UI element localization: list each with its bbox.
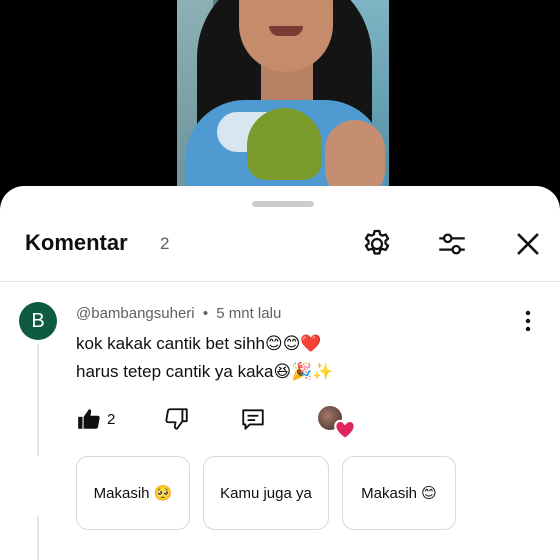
more-vert-icon xyxy=(525,310,531,332)
comments-sheet: Komentar 2 B @bambangsuheri • 5 mnt lalu… xyxy=(0,186,560,560)
suggestion-chip[interactable]: Makasih 😊 xyxy=(342,456,456,530)
thread-line xyxy=(37,344,39,456)
thumb-up-icon xyxy=(78,409,100,429)
reply-suggestions: Makasih 🥺 Kamu juga ya Makasih 😊 xyxy=(76,456,556,530)
close-icon xyxy=(517,233,539,255)
heart-icon xyxy=(334,419,356,441)
reply-button[interactable] xyxy=(240,402,266,436)
comments-title: Komentar xyxy=(25,230,128,255)
sliders-icon xyxy=(439,233,465,255)
suggestion-chip[interactable]: Kamu juga ya xyxy=(203,456,329,530)
video-player[interactable] xyxy=(0,0,560,200)
avatar-letter: B xyxy=(31,309,45,332)
settings-button[interactable] xyxy=(357,224,397,264)
header-divider xyxy=(0,281,560,282)
thumb-down-icon xyxy=(165,408,188,430)
comments-count: 2 xyxy=(160,234,170,253)
comment-actions: 2 xyxy=(76,402,376,441)
more-options-button[interactable] xyxy=(514,307,542,335)
comment-author[interactable]: @bambangsuheri xyxy=(76,305,195,322)
comment-text: kok kakak cantik bet sihh😊😊❤️ harus tete… xyxy=(76,330,334,386)
filter-button[interactable] xyxy=(432,224,472,264)
comments-header: Komentar 2 xyxy=(0,216,560,272)
meta-separator: • xyxy=(202,305,209,322)
like-button[interactable] xyxy=(76,402,102,436)
gear-icon xyxy=(364,229,390,255)
avatar[interactable]: B xyxy=(19,302,57,340)
close-button[interactable] xyxy=(508,224,548,264)
comment-meta: @bambangsuheri • 5 mnt lalu xyxy=(76,305,281,322)
comment-time: 5 mnt lalu xyxy=(216,305,282,322)
creator-heart xyxy=(318,402,356,441)
comment-line: kok kakak cantik bet sihh😊😊❤️ xyxy=(76,334,322,353)
reply-icon xyxy=(242,409,264,430)
dislike-button[interactable] xyxy=(164,402,190,436)
suggestion-chip[interactable]: Makasih 🥺 xyxy=(76,456,190,530)
like-count: 2 xyxy=(107,411,116,428)
thread-line xyxy=(37,516,39,560)
video-frame xyxy=(177,0,389,200)
drag-handle[interactable] xyxy=(252,201,314,207)
comment-line: harus tetep cantik ya kaka😆🎉✨ xyxy=(76,362,334,381)
